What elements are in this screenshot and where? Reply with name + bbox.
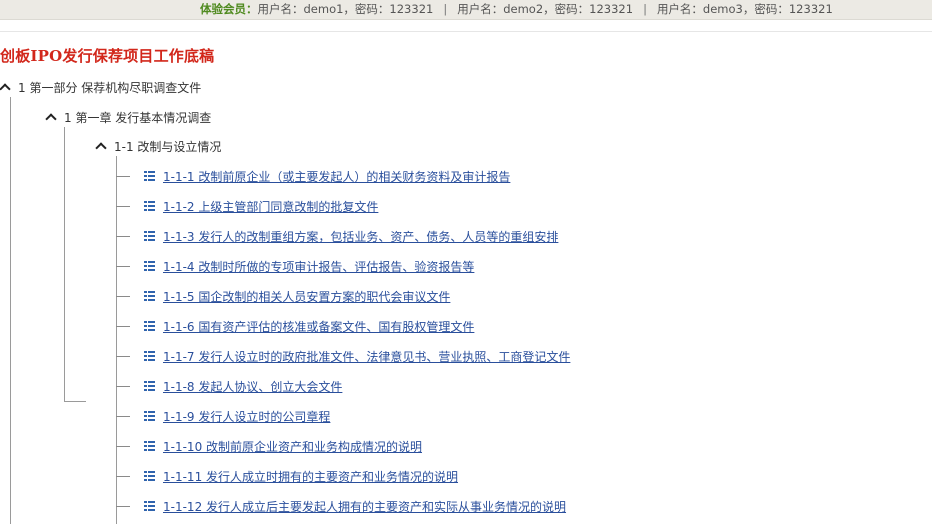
divider — [0, 31, 932, 32]
document-link[interactable]: 1-1-7 发行人设立时的政府批准文件、法律意见书、营业执照、工商登记文件 — [163, 348, 570, 365]
tree-branch-line — [116, 445, 130, 447]
document-link[interactable]: 1-1-6 国有资产评估的核准或备案文件、国有股权管理文件 — [163, 318, 474, 335]
document-link[interactable]: 1-1-11 发行人成立时拥有的主要资产和业务情况的说明 — [163, 468, 458, 485]
tree-branch-line — [116, 295, 130, 297]
document-link[interactable]: 1-1-10 改制前原企业资产和业务构成情况的说明 — [163, 438, 422, 455]
document-list-icon — [144, 471, 155, 481]
tree-leaf-item[interactable]: 1-1-8 发起人协议、创立大会文件 — [116, 378, 342, 394]
tree-leaf-item[interactable]: 1-1-2 上级主管部门同意改制的批复文件 — [116, 198, 378, 214]
tree-branch-line — [116, 265, 130, 267]
tree-line-chapter-branch — [64, 401, 86, 402]
demo-account-2: 用户名：demo2，密码：123321 — [457, 2, 634, 16]
document-list-icon — [144, 411, 155, 421]
document-list-icon — [144, 351, 155, 361]
document-link[interactable]: 1-1-1 改制前原企业（或主要发起人）的相关财务资料及审计报告 — [163, 168, 510, 185]
tree-branch-line — [116, 235, 130, 237]
demo-account-line: 体验会员：用户名：demo1，密码：123321 | 用户名：demo2，密码：12… — [200, 1, 833, 17]
page-title: 创板IPO发行保荐项目工作底稿 — [0, 47, 215, 65]
tree-branch-line — [116, 325, 130, 327]
tree-node-section-label[interactable]: 1-1 改制与设立情况 — [114, 138, 221, 155]
tree-leaf-item[interactable]: 1-1-1 改制前原企业（或主要发起人）的相关财务资料及审计报告 — [116, 168, 510, 184]
tree-leaf-item[interactable]: 1-1-11 发行人成立时拥有的主要资产和业务情况的说明 — [116, 468, 458, 484]
tree-leaf-item[interactable]: 1-1-9 发行人设立时的公司章程 — [116, 408, 330, 424]
tree-line-chapter — [64, 127, 65, 402]
member-label: 体验会员： — [200, 2, 258, 16]
document-list-icon — [144, 171, 155, 181]
document-list-icon — [144, 231, 155, 241]
document-list-icon — [144, 291, 155, 301]
chevron-up-icon[interactable] — [96, 142, 106, 152]
document-link[interactable]: 1-1-4 改制时所做的专项审计报告、评估报告、验资报告等 — [163, 258, 474, 275]
tree-branch-line — [116, 415, 130, 417]
tree-branch-line — [116, 205, 130, 207]
tree-branch-line — [116, 475, 130, 477]
tree-branch-line — [116, 385, 130, 387]
document-list-icon — [144, 381, 155, 391]
tree-leaf-item[interactable]: 1-1-10 改制前原企业资产和业务构成情况的说明 — [116, 438, 422, 454]
tree-branch-line — [116, 175, 130, 177]
tree-leaf-item[interactable]: 1-1-6 国有资产评估的核准或备案文件、国有股权管理文件 — [116, 318, 474, 334]
document-link[interactable]: 1-1-3 发行人的改制重组方案，包括业务、资产、债务、人员等的重组安排 — [163, 228, 558, 245]
document-list-icon — [144, 261, 155, 271]
tree-leaf-item[interactable]: 1-1-5 国企改制的相关人员安置方案的职代会审议文件 — [116, 288, 450, 304]
separator: | — [443, 2, 448, 16]
tree-branch-line — [116, 505, 130, 507]
tree-leaf-item[interactable]: 1-1-12 发行人成立后主要发起人拥有的主要资产和实际从事业务情况的说明 — [116, 498, 566, 514]
tree-node-chapter-label[interactable]: 1 第一章 发行基本情况调查 — [64, 109, 211, 126]
document-link[interactable]: 1-1-12 发行人成立后主要发起人拥有的主要资产和实际从事业务情况的说明 — [163, 498, 566, 515]
tree-node-section[interactable]: 1-1 改制与设立情况 — [96, 138, 221, 155]
tree-node-part-label[interactable]: 1 第一部分 保荐机构尽职调查文件 — [18, 79, 201, 96]
document-link[interactable]: 1-1-9 发行人设立时的公司章程 — [163, 408, 330, 425]
tree-leaf-item[interactable]: 1-1-3 发行人的改制重组方案，包括业务、资产、债务、人员等的重组安排 — [116, 228, 558, 244]
chevron-up-icon[interactable] — [46, 113, 56, 123]
tree-node-part[interactable]: 1 第一部分 保荐机构尽职调查文件 — [0, 79, 201, 96]
document-list-icon — [144, 441, 155, 451]
tree-line-part — [10, 97, 11, 524]
chevron-up-icon[interactable] — [0, 83, 10, 93]
document-list-icon — [144, 501, 155, 511]
tree-branch-line — [116, 355, 130, 357]
tree-node-chapter[interactable]: 1 第一章 发行基本情况调查 — [46, 109, 211, 126]
tree-leaf-item[interactable]: 1-1-7 发行人设立时的政府批准文件、法律意见书、营业执照、工商登记文件 — [116, 348, 570, 364]
demo-account-bar: 体验会员：用户名：demo1，密码：123321 | 用户名：demo2，密码：12… — [0, 0, 932, 20]
demo-account-3: 用户名：demo3，密码：123321 — [656, 2, 833, 16]
document-link[interactable]: 1-1-2 上级主管部门同意改制的批复文件 — [163, 198, 378, 215]
tree-leaf-item[interactable]: 1-1-4 改制时所做的专项审计报告、评估报告、验资报告等 — [116, 258, 474, 274]
document-list-icon — [144, 321, 155, 331]
document-link[interactable]: 1-1-8 发起人协议、创立大会文件 — [163, 378, 342, 395]
separator: | — [643, 2, 647, 16]
document-list-icon — [144, 201, 155, 211]
document-link[interactable]: 1-1-5 国企改制的相关人员安置方案的职代会审议文件 — [163, 288, 450, 305]
demo-account-1: 用户名：demo1，密码：123321 — [257, 2, 434, 16]
